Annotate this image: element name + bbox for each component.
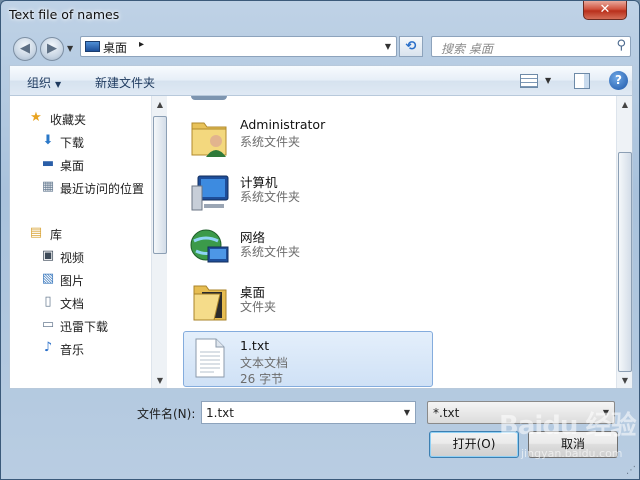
search-icon[interactable]: ⚲ [616,38,626,53]
file-size: 26 字节 [240,372,284,386]
title-bar[interactable]: Text file of names ✕ [1,1,639,31]
list-item[interactable]: 1.txt 文本文档 26 字节 [183,331,433,387]
recent-places-icon: ▦ [41,179,55,194]
resize-grip-icon[interactable]: ⋰ [626,465,636,476]
scroll-down-icon[interactable]: ▼ [617,372,632,388]
sidebar-item-label: 收藏夹 [50,113,87,127]
sidebar-item-recent-places[interactable]: ▦ 最近访问的位置 [10,177,150,197]
organize-button[interactable]: 组织 ▼ [27,74,61,91]
navigation-pane-scrollbar[interactable]: ▲ ▼ [151,96,167,388]
sidebar-item-label: 文档 [60,297,85,311]
sidebar-item-label: 迅雷下载 [60,320,109,334]
file-type-value: *.txt [433,406,460,420]
sidebar-item-music[interactable]: ♪ 音乐 [10,338,150,358]
sidebar-item-label: 最近访问的位置 [60,182,145,196]
watermark-logo: Baidu 经验 [499,411,636,441]
back-arrow-icon: ◀ [20,41,30,56]
file-type: 系统文件夹 [240,135,301,149]
sidebar-item-thunder-download[interactable]: ▭ 迅雷下载 [10,315,150,335]
star-icon: ★ [30,110,42,125]
computer-icon [191,175,229,211]
command-toolbar: 组织 ▼ 新建文件夹 ▼ ? [9,65,633,96]
download-folder-icon: ⬇ [42,133,54,148]
sidebar-item-label: 下载 [60,136,85,150]
window-title: Text file of names [9,7,120,22]
refresh-button[interactable]: ⟲ [399,36,423,57]
new-folder-button[interactable]: 新建文件夹 [95,74,155,91]
sidebar-item-documents[interactable]: ▯ 文档 [10,292,150,312]
help-icon[interactable]: ? [609,71,628,90]
filename-value[interactable]: 1.txt [206,406,234,420]
scroll-thumb[interactable] [153,116,167,254]
filename-input[interactable]: 1.txt ▼ [201,401,416,424]
user-folder-icon [191,122,227,157]
filename-label: 文件名(N): [137,407,196,421]
list-item[interactable]: 桌面 文件夹 [183,275,433,331]
organize-label: 组织 [27,76,52,90]
desktop-icon [85,41,100,52]
scroll-thumb[interactable] [618,152,632,372]
view-options-icon[interactable] [520,74,538,88]
sidebar-item-libraries[interactable]: ▤ 库 [10,223,150,243]
chevron-down-icon: ▼ [55,80,62,89]
back-button[interactable]: ◀ [13,37,37,61]
list-item[interactable]: 计算机 系统文件夹 [183,165,433,221]
file-open-dialog: Text file of names ✕ ◀ ▶ ▼ 桌面 ▸ ▼ ⟲ 搜索 桌… [0,0,640,480]
sidebar-item-label: 库 [50,228,63,242]
view-dropdown-icon[interactable]: ▼ [545,76,551,85]
file-name: 1.txt [240,338,270,353]
scroll-up-icon[interactable]: ▲ [617,96,632,113]
sidebar-item-favorites[interactable]: ★ 收藏夹 [10,108,150,128]
sidebar-item-video[interactable]: ▣ 视频 [10,246,150,266]
sidebar-item-pictures[interactable]: ▧ 图片 [10,269,150,289]
search-placeholder: 搜索 桌面 [441,42,493,56]
forward-arrow-icon: ▶ [47,41,57,56]
sidebar-item-label: 视频 [60,251,85,265]
scroll-up-icon[interactable]: ▲ [152,96,167,113]
recent-pages-dropdown-icon[interactable]: ▼ [67,44,73,53]
filename-dropdown-icon[interactable]: ▼ [404,408,410,417]
preview-pane-icon[interactable] [574,73,590,89]
file-list-pane: Administrator 系统文件夹 计算机 系统文件夹 网络 系统文件夹 桌… [167,96,633,389]
address-location[interactable]: 桌面 [103,39,127,56]
thunder-download-icon: ▭ [41,317,55,332]
pictures-icon: ▧ [41,271,55,286]
sidebar-item-label: 桌面 [60,159,85,173]
forward-button[interactable]: ▶ [40,37,64,61]
text-file-icon [195,338,225,378]
desktop-icon: ▬ [41,156,55,171]
sidebar-item-desktop[interactable]: ▬ 桌面 [10,154,150,174]
sidebar-item-computer-partial[interactable]: ▬ [10,381,150,388]
file-name: Administrator [240,117,326,132]
sidebar-item-label: 音乐 [60,343,85,357]
list-item[interactable]: 网络 系统文件夹 [183,220,433,276]
music-icon: ♪ [43,340,53,355]
file-type: 系统文件夹 [240,245,301,259]
network-icon [190,229,229,263]
documents-icon: ▯ [44,294,52,309]
list-item[interactable]: Administrator 系统文件夹 [183,110,433,166]
sidebar-item-downloads[interactable]: ⬇ 下载 [10,131,150,151]
address-dropdown-icon[interactable]: ▼ [385,42,391,51]
folder-icon [193,285,227,321]
libraries-icon: ▤ [29,225,43,240]
computer-icon: ▬ [28,383,44,388]
video-icon: ▣ [41,248,55,263]
file-type: 系统文件夹 [240,190,301,204]
file-type: 文件夹 [240,300,277,314]
scroll-down-icon[interactable]: ▼ [152,372,167,388]
search-input[interactable]: 搜索 桌面 ⚲ [431,36,631,57]
partial-item-icon [191,96,227,100]
navigation-pane: ★ 收藏夹 ⬇ 下载 ▬ 桌面 ▦ 最近访问的位置 ▤ 库 ▣ 视频 ▧ 图片 … [9,96,167,389]
close-button[interactable]: ✕ [583,1,627,20]
sidebar-item-label: 图片 [60,274,85,288]
file-list-scrollbar[interactable]: ▲ ▼ [616,96,632,388]
address-bar[interactable]: 桌面 ▸ ▼ [80,36,397,57]
breadcrumb-separator-icon[interactable]: ▸ [139,39,144,50]
file-type: 文本文档 [240,356,289,370]
watermark-url: jingyan.baidu.com [521,447,623,460]
